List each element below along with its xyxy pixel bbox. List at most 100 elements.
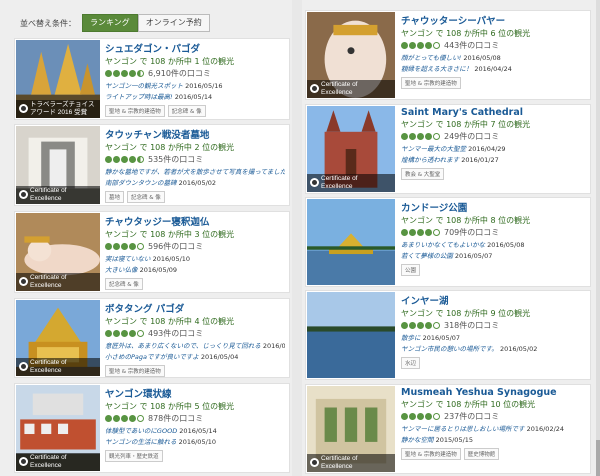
attraction-title-link[interactable]: インヤー湖: [401, 293, 586, 307]
attraction-title-link[interactable]: シュエダゴン・パゴダ: [105, 41, 285, 55]
category-tag[interactable]: 聖地 & 宗教的建造物: [105, 105, 165, 117]
review-count-link[interactable]: 535件の口コミ: [148, 154, 203, 165]
review-quote-link[interactable]: 額縁を超える大きさに！: [401, 65, 472, 73]
scrollbar-thumb[interactable]: [596, 440, 600, 476]
review-snippet[interactable]: 南部ダウンタウンの墓碑 2016/05/02: [105, 177, 285, 187]
attraction-title-link[interactable]: ボタタング パゴダ: [105, 301, 285, 315]
category-tag[interactable]: 記念碑 & 像: [105, 278, 143, 290]
review-snippet[interactable]: 小さめのPagaですが良いですよ 2016/05/04: [105, 351, 285, 361]
review-snippet[interactable]: 顔がとっても優しい! 2016/05/08: [401, 52, 586, 62]
sort-ranking-button[interactable]: ランキング: [82, 14, 138, 32]
category-tag[interactable]: 墓地: [105, 191, 125, 203]
review-count-link[interactable]: 249件の口コミ: [444, 131, 499, 142]
review-quote-link[interactable]: あまりいかなくてもよいかな: [401, 241, 485, 249]
attraction-photo[interactable]: [307, 199, 395, 285]
attraction-photo[interactable]: Certificate of Excellence: [16, 300, 100, 376]
review-count-link[interactable]: 318件の口コミ: [444, 320, 499, 331]
category-tags: 水辺: [401, 357, 586, 369]
attraction-photo[interactable]: Certificate of Excellence: [307, 386, 395, 472]
certificate-badge: Certificate of Excellence: [16, 453, 100, 471]
category-tag[interactable]: 水辺: [401, 357, 421, 369]
attraction-photo[interactable]: Certificate of Excellence: [16, 213, 100, 291]
review-quote-link[interactable]: 南部ダウンタウンの墓碑: [105, 179, 177, 187]
attraction-title-link[interactable]: タウッチャン戦没者墓地: [105, 127, 285, 141]
review-quote-link[interactable]: ヤンゴンの生活に触れる: [105, 438, 177, 446]
review-quote-link[interactable]: 意匠外は、あまり広くないので、じっくり見て回れる: [105, 342, 261, 350]
review-snippet[interactable]: ヤンゴンの生活に触れる 2016/05/10: [105, 436, 285, 446]
certificate-badge: Certificate of Excellence: [16, 358, 100, 376]
category-tag[interactable]: 聖地 & 宗教的建造物: [401, 448, 461, 460]
attraction-photo[interactable]: トラベラーズチョイス アワード 2016 受賞: [16, 40, 100, 118]
attraction-title-link[interactable]: チャウッターシーパヤー: [401, 13, 586, 27]
review-quote-link[interactable]: 静かな空間: [401, 436, 434, 444]
category-tags: 記念碑 & 像: [105, 278, 285, 290]
rating-bubble: [401, 229, 408, 236]
category-tag[interactable]: 聖地 & 宗教的建造物: [105, 365, 165, 377]
attraction-photo[interactable]: Certificate of Excellence: [16, 126, 100, 204]
review-snippet[interactable]: 静かな墓地ですが、若者が犬を散歩させて写真を撮ってました 2016/05/08: [105, 166, 285, 176]
review-quote-link[interactable]: 散歩に: [401, 334, 421, 342]
review-snippet[interactable]: ライトアップ時は最高! 2016/05/14: [105, 91, 285, 101]
rating-bubble: [105, 415, 112, 422]
review-quote-link[interactable]: ヤンマー最大の大聖堂: [401, 145, 466, 153]
review-quote-link[interactable]: 実は寝ていない: [105, 255, 151, 263]
review-count-link[interactable]: 596件の口コミ: [148, 241, 203, 252]
category-tag[interactable]: 歴史博物館: [463, 448, 500, 460]
attraction-info: チャウッターシーパヤー ヤンゴン で 108 か所中 6 位の観光 443件の口…: [401, 13, 586, 89]
review-snippet[interactable]: 若くて夢様の公園 2016/05/07: [401, 250, 586, 260]
review-snippet[interactable]: ヤンマー最大の大聖堂 2016/04/29: [401, 143, 586, 153]
review-quote-link[interactable]: ヤンマーに居るとりは思しおしい場所です: [401, 425, 525, 433]
attraction-title-link[interactable]: ヤンゴン環状線: [105, 386, 285, 400]
review-count-link[interactable]: 493件の口コミ: [148, 328, 203, 339]
review-snippet[interactable]: 実は寝ていない 2016/05/10: [105, 253, 285, 263]
sort-online-booking-button[interactable]: オンライン予約: [137, 14, 210, 32]
review-quote-link[interactable]: 若くて夢様の公園: [401, 252, 453, 260]
category-tag[interactable]: 記念碑 & 像: [167, 105, 206, 117]
review-count-link[interactable]: 443件の口コミ: [444, 40, 499, 51]
review-quote-link[interactable]: 顔がとっても優しい!: [401, 54, 461, 62]
review-quote-link[interactable]: ヤンゴン市民の憩いの場所です。: [401, 345, 498, 353]
review-quote-link[interactable]: 小さめのPagaですが良いですよ: [105, 353, 199, 361]
review-snippet[interactable]: ヤンマーに居るとりは思しおしい場所です 2016/02/24: [401, 423, 586, 433]
attraction-photo[interactable]: Certificate of Excellence: [307, 12, 395, 98]
review-quote-link[interactable]: 煌構から透われます: [401, 156, 459, 164]
category-tag[interactable]: 公園: [401, 264, 421, 276]
attraction-title-link[interactable]: カンドージ公園: [401, 200, 586, 214]
review-quote-link[interactable]: 大きい仏像: [105, 266, 138, 274]
attraction-info: Saint Mary's Cathedral ヤンゴン で 108 か所中 7 …: [401, 107, 586, 180]
attraction-title-link[interactable]: チャウタッジー寝釈迦仏: [105, 214, 285, 228]
attraction-photo[interactable]: Certificate of Excellence: [16, 385, 100, 471]
review-snippet[interactable]: 額縁を超える大きさに！ 2016/04/24: [401, 63, 586, 73]
attraction-rank: ヤンゴン で 108 か所中 1 位の観光: [105, 57, 235, 66]
review-quote-link[interactable]: ライトアップ時は最高!: [105, 93, 173, 101]
badge-line-1: Certificate of: [30, 359, 67, 366]
category-tag[interactable]: 聖地 & 宗教的建造物: [401, 77, 461, 89]
badge-line-1: Certificate of: [321, 455, 358, 462]
attraction-photo[interactable]: Certificate of Excellence: [307, 106, 395, 192]
review-snippet[interactable]: 静かな空間 2015/05/15: [401, 434, 586, 444]
review-snippet[interactable]: 煌構から透われます 2016/01/27: [401, 154, 586, 164]
rating-bubble: [425, 133, 432, 140]
attraction-title-link[interactable]: Saint Mary's Cathedral: [401, 107, 586, 118]
category-tag[interactable]: 教会 & 大聖堂: [401, 168, 445, 180]
review-quote-link[interactable]: 静かな墓地ですが、若者が犬を散歩させて写真を撮ってました: [105, 168, 285, 176]
review-snippet[interactable]: 体験型であいのにGOOD 2016/05/14: [105, 425, 285, 435]
scrollbar[interactable]: [596, 0, 600, 476]
review-snippet[interactable]: 意匠外は、あまり広くないので、じっくり見て回れる 2016/05/08: [105, 340, 285, 350]
review-snippet[interactable]: 散歩に 2016/05/07: [401, 332, 586, 342]
review-snippet[interactable]: ヤンゴン一の観光スポット 2016/05/16: [105, 80, 285, 90]
review-quote-link[interactable]: 体験型であいのにGOOD: [105, 427, 177, 435]
category-tag[interactable]: 記念碑 & 像: [127, 191, 165, 203]
review-snippet[interactable]: 大きい仏像 2016/05/09: [105, 264, 285, 274]
category-tag[interactable]: 観光列車・歴史鉄道: [105, 450, 163, 462]
review-snippet[interactable]: あまりいかなくてもよいかな 2016/05/08: [401, 239, 586, 249]
review-count-link[interactable]: 6,910件の口コミ: [148, 68, 211, 79]
attraction-title-link[interactable]: Musmeah Yeshua Synagogue: [401, 387, 586, 398]
review-count-link[interactable]: 237件の口コミ: [444, 411, 499, 422]
attraction-photo[interactable]: [307, 292, 395, 378]
review-snippet[interactable]: ヤンゴン市民の憩いの場所です。 2016/05/02: [401, 343, 586, 353]
review-count-link[interactable]: 709件の口コミ: [444, 227, 499, 238]
review-date: 2016/05/10: [178, 438, 217, 446]
review-count-link[interactable]: 878件の口コミ: [148, 413, 203, 424]
review-quote-link[interactable]: ヤンゴン一の観光スポット: [105, 82, 183, 90]
